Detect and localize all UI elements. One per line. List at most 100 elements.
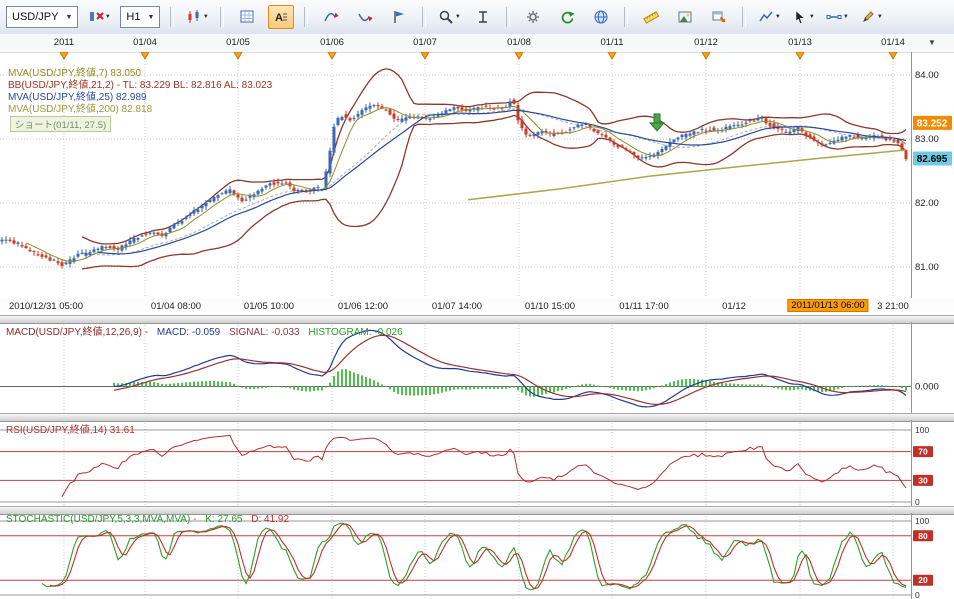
svg-text:82.695: 82.695 [917, 154, 948, 165]
cursor-icon [795, 10, 805, 24]
symbol-edit-icon [89, 12, 104, 21]
rsi-panel: 100 0 70 30 RSI(USD/JPY,終値,14) 31.61 [0, 420, 954, 506]
chevron-down-icon: ▼ [454, 14, 461, 20]
time-label: 01/05 10:00 [243, 301, 295, 312]
zoom-button[interactable]: ▼ [436, 5, 462, 29]
price-tick-label: 84.00 [915, 70, 939, 81]
price-tick-label: 83.00 [915, 134, 939, 145]
macd-line [113, 329, 907, 408]
zoom-icon [439, 10, 453, 24]
snapshot-button[interactable] [672, 5, 698, 29]
date-label: 01/12 [694, 37, 718, 48]
hline-tools-button[interactable]: ▼ [824, 5, 850, 29]
time-axis[interactable]: 2010/12/31 05:00 01/04 08:00 01/05 10:00 01… [0, 298, 954, 315]
symbol-dropdown[interactable]: USD/JPY ▼ [6, 6, 79, 28]
date-label: 01/13 [788, 37, 812, 48]
trendline-icon [759, 11, 773, 22]
candle-chart-icon [188, 10, 199, 23]
date-axis[interactable]: ▼ 2011 01/04 01/05 01/06 01/07 01/08 01/11 01/1… [0, 34, 954, 53]
trendline-tools-button[interactable]: ▼ [756, 5, 782, 29]
stochastic-panel: 100 0 80 20 STOCHASTIC(USD/JPY,5,3,3,MVA,MV… [0, 513, 954, 599]
chevron-down-icon: ▼ [65, 13, 73, 21]
signal-value: SIGNAL: -0.033 [229, 327, 300, 338]
time-label: 01/11 17:00 [619, 301, 669, 312]
histogram-value: HISTOGRAM: -0.026 [308, 327, 403, 338]
indicator-curve2-icon [358, 13, 373, 22]
macd-zero-label: 0.000 [915, 382, 939, 393]
price-badge-last: 82.695 [913, 151, 952, 166]
web-button[interactable] [588, 5, 614, 29]
mva-mid-line [97, 109, 907, 255]
macd-value: MACD: -0.059 [156, 327, 221, 338]
chevron-down-icon: ▼ [774, 14, 781, 20]
column-tool-button[interactable] [470, 5, 496, 29]
time-label: 01/06 12:00 [337, 301, 389, 312]
chevron-down-icon: ▼ [147, 13, 155, 21]
toolbar-separator [506, 7, 511, 27]
chevron-down-icon: ▼ [104, 14, 111, 20]
settings-button[interactable] [520, 5, 546, 29]
price-badge-upper: 83.252 [913, 115, 952, 130]
toolbar: USD/JPY ▼ ▼ H1 ▼ ▼ A ▼ ▼ ▼ ▼ ▼ [0, 0, 954, 35]
toolbar-separator [220, 7, 225, 27]
compare-charts-icon [240, 10, 254, 23]
time-label: 01/04 08:00 [150, 301, 202, 312]
stoch-d-value: D: 41.92 [251, 514, 290, 525]
text-tool-button[interactable]: A [268, 5, 295, 29]
time-label: 2010/12/31 05:00 [9, 301, 83, 312]
symbol-label: USD/JPY [12, 11, 59, 23]
svg-text:20: 20 [918, 575, 928, 585]
trading-app-window: USD/JPY ▼ ▼ H1 ▼ ▼ A ▼ ▼ ▼ ▼ ▼ ▼ 2011 01… [0, 0, 954, 599]
indicator-curve2-button[interactable] [352, 5, 378, 29]
refresh-button[interactable] [554, 5, 580, 29]
short-position-badge: ショート(01/11, 27.5) [10, 116, 112, 132]
stoch-top-label: 100 [915, 516, 929, 526]
column-tool-icon [479, 11, 488, 23]
chevron-down-icon[interactable]: ▼ [928, 38, 936, 47]
svg-text:A: A [275, 12, 283, 24]
stoch-guide-badge: 20 [913, 574, 933, 586]
signal-line [113, 334, 907, 406]
hline-icon [826, 15, 842, 19]
indicator-curve-button[interactable] [318, 5, 344, 29]
date-label: 01/04 [133, 37, 157, 48]
date-label: 2011 [53, 37, 75, 48]
rsi-top-label: 100 [915, 425, 929, 435]
chart-type-button[interactable]: ▼ [184, 5, 210, 29]
stoch-bottom-label: 0 [915, 590, 920, 599]
stoch-legend-title: STOCHASTIC(USD/JPY,5,3,3,MVA,MVA) - [6, 514, 197, 525]
new-window-button[interactable] [706, 5, 732, 29]
chevron-down-icon: ▼ [202, 14, 209, 20]
stoch-guide-badge: 80 [913, 530, 933, 542]
timeframe-dropdown[interactable]: H1 ▼ [120, 6, 161, 28]
rsi-line [61, 434, 907, 497]
date-label: 01/06 [320, 37, 344, 48]
cursor-tools-button[interactable]: ▼ [790, 5, 816, 29]
refresh-icon [562, 11, 575, 24]
measure-button[interactable] [638, 5, 664, 29]
time-label: 01/12 [722, 301, 746, 312]
stochastic-canvas[interactable]: 100 0 80 20 [0, 513, 954, 599]
rsi-bottom-label: 0 [915, 497, 920, 506]
chevron-down-icon: ▼ [876, 14, 883, 20]
main-chart-panel: 84.00 83.00 82.00 81.00 83.252 82.695 MVA(USD… [0, 52, 954, 298]
price-tick-label: 81.00 [915, 262, 939, 273]
new-window-icon [712, 11, 726, 23]
day-open-markers [59, 52, 898, 61]
rsi-legend: RSI(USD/JPY,終値,14) 31.61 [6, 425, 135, 436]
legend-mva200: MVA(USD/JPY,終値,200) 82.818 [8, 104, 153, 115]
toolbar-separator [742, 7, 747, 27]
compare-charts-button[interactable] [234, 5, 260, 29]
mva-200-line [467, 149, 907, 201]
rsi-guide-badge: 70 [913, 446, 933, 458]
svg-text:30: 30 [918, 475, 928, 485]
date-label: 01/08 [507, 37, 531, 48]
draw-tools-button[interactable]: ▼ [858, 5, 884, 29]
price-tick-label: 82.00 [915, 198, 939, 209]
flag-button[interactable] [386, 5, 412, 29]
toolbar-separator [624, 7, 629, 27]
text-tool-icon: A [275, 12, 288, 24]
date-label: 01/07 [413, 37, 437, 48]
symbol-edit-button[interactable]: ▼ [86, 5, 112, 29]
rsi-canvas[interactable]: 100 0 70 30 [0, 420, 954, 506]
